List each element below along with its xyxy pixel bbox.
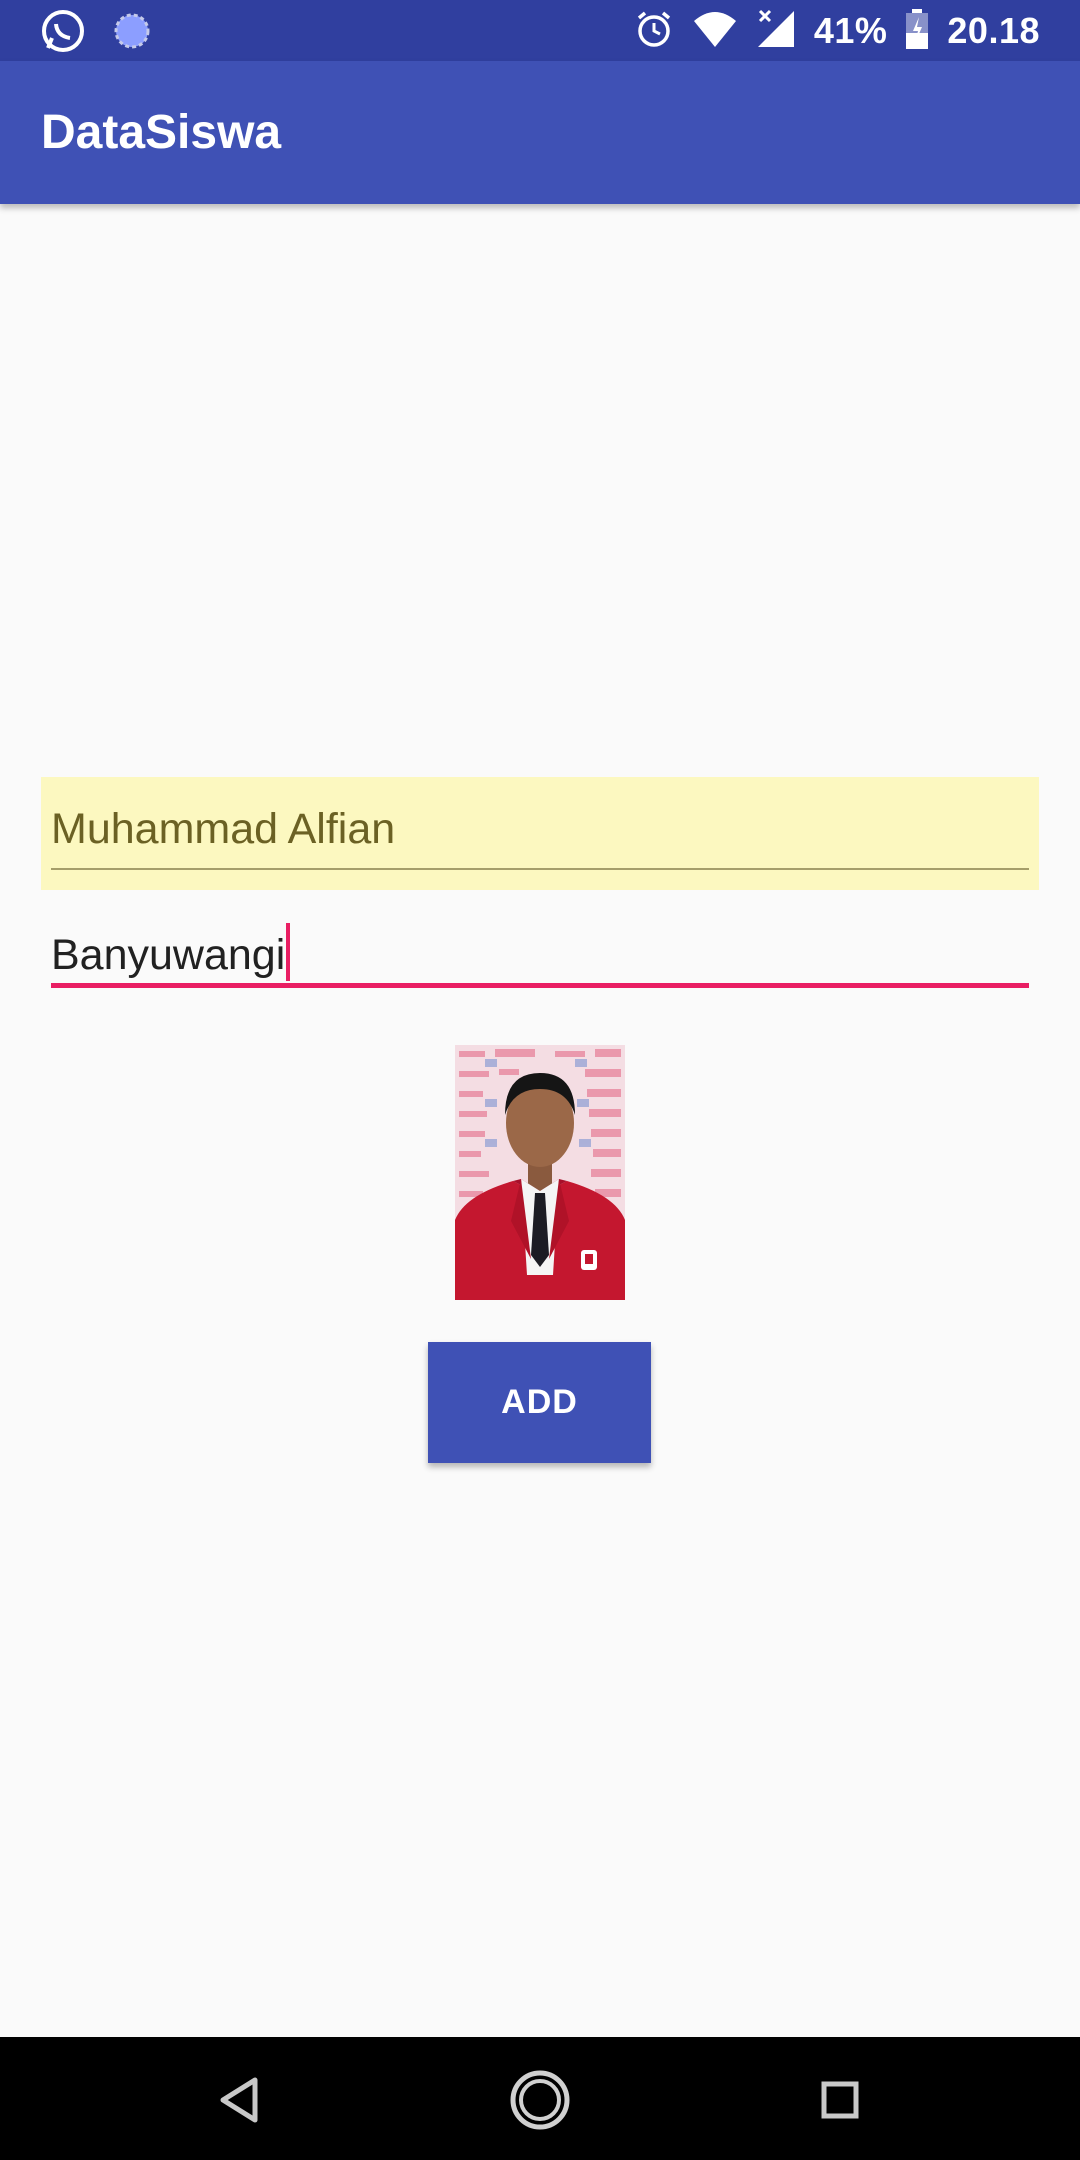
- battery-percent: 41%: [813, 10, 888, 51]
- add-button[interactable]: ADD: [428, 1342, 651, 1463]
- city-field-value: Banyuwangi: [51, 931, 286, 979]
- app-bar: DataSiswa: [0, 61, 1080, 204]
- sync-icon: [112, 11, 152, 56]
- recents-icon[interactable]: [805, 2065, 875, 2135]
- app-title: DataSiswa: [41, 106, 282, 159]
- city-field[interactable]: Banyuwangi: [51, 923, 1029, 981]
- text-cursor: [286, 923, 291, 981]
- home-icon[interactable]: [505, 2065, 575, 2135]
- name-field-underline: [51, 868, 1029, 870]
- wifi-icon: [692, 9, 738, 54]
- signal-icon: [756, 9, 796, 54]
- navigation-bar: [0, 2037, 1080, 2160]
- status-bar: 41% 20.18: [0, 0, 1080, 61]
- battery-icon: [905, 8, 929, 54]
- alarm-icon: [634, 9, 674, 54]
- back-icon[interactable]: [205, 2065, 275, 2135]
- city-field-underline: [51, 983, 1029, 988]
- whatsapp-icon: [40, 8, 86, 59]
- clock: 20.18: [947, 10, 1040, 51]
- student-photo[interactable]: [455, 1045, 625, 1300]
- name-field[interactable]: Muhammad Alfian: [51, 805, 1029, 854]
